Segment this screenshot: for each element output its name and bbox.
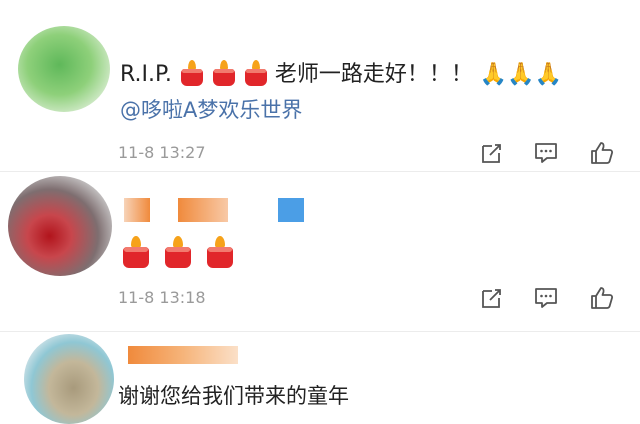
share-button[interactable] — [478, 139, 506, 167]
avatar[interactable] — [18, 26, 110, 112]
share-icon — [482, 289, 501, 308]
candle-emoji-icon — [179, 60, 205, 86]
like-icon — [591, 287, 614, 309]
comment-button[interactable] — [532, 284, 560, 312]
comment-icon — [535, 288, 557, 308]
comment-item: 谢谢您给我们带来的童年 — [0, 332, 640, 424]
comment-timestamp: 11-8 13:18 — [118, 288, 206, 307]
candle-emoji-icon — [120, 236, 152, 268]
comment-item: 11-8 13:18 — [0, 172, 640, 332]
comment-button[interactable] — [532, 139, 560, 167]
username-redacted[interactable] — [118, 194, 318, 224]
avatar[interactable] — [24, 334, 114, 424]
candle-emoji-icon — [211, 60, 237, 86]
comment-text: 谢谢您给我们带来的童年 — [118, 384, 349, 408]
mention-link[interactable]: @哆啦A梦欢乐世界 — [120, 94, 302, 124]
candle-emoji-icon — [243, 60, 269, 86]
comment-item: R.I.P. 老师一路走好！！！ 🙏🙏🙏 @哆啦A梦欢乐世界 11-8 13:2… — [0, 0, 640, 172]
like-icon — [591, 142, 614, 164]
comment-text: R.I.P. 老师一路走好！！！ 🙏🙏🙏 — [120, 60, 562, 89]
comment-text — [120, 236, 246, 268]
share-icon — [482, 144, 501, 163]
pray-emoji-icon: 🙏🙏🙏 — [479, 62, 563, 87]
avatar[interactable] — [8, 176, 112, 276]
candle-emoji-icon — [162, 236, 194, 268]
comment-text-suffix: 老师一路走好！！！ — [274, 62, 473, 87]
share-button[interactable] — [478, 284, 506, 312]
comment-icon — [535, 143, 557, 163]
like-button[interactable] — [588, 284, 616, 312]
username-redacted[interactable] — [128, 344, 248, 368]
like-button[interactable] — [588, 139, 616, 167]
comment-timestamp: 11-8 13:27 — [118, 143, 206, 162]
candle-emoji-icon — [204, 236, 236, 268]
comment-text-prefix: R.I.P. — [120, 62, 172, 87]
